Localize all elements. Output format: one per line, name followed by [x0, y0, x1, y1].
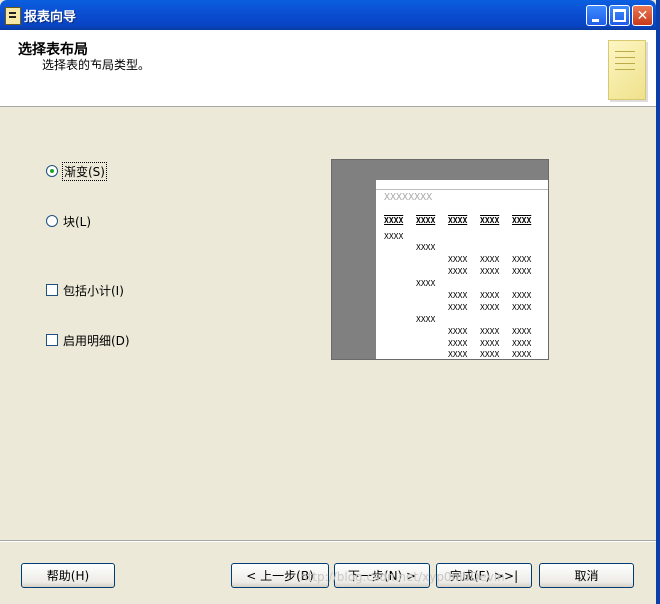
preview-cell: XXXX — [480, 303, 500, 312]
maximize-button[interactable] — [609, 5, 630, 26]
preview-cell: XXXX — [448, 350, 468, 359]
preview-cell: XXXX — [512, 350, 532, 359]
preview-cell: XXXX — [480, 327, 500, 336]
maximize-icon — [610, 6, 629, 25]
radio-gradient[interactable]: 渐变(S) — [46, 161, 107, 181]
checkbox-details-label: 启用明细(D) — [63, 333, 130, 348]
preview-paper: XXXXXXXX XXXX XXXX XXXX XXXX XXXX XXXX X… — [376, 180, 548, 359]
report-wizard-window: 报表向导 ✕ 选择表布局 选择表的布局类型。 渐变(S) 块(L) 包括小计(I… — [0, 0, 660, 604]
checkbox-subtotals[interactable]: 包括小计(I) — [46, 281, 124, 299]
preview-cell: XXXX — [480, 255, 500, 264]
footer-divider — [0, 540, 656, 541]
checkbox-subtotals-label: 包括小计(I) — [63, 283, 124, 298]
preview-cell: XXXX — [416, 279, 436, 288]
preview-cell: XXXX — [384, 232, 404, 241]
preview-header-cell: XXXX — [480, 216, 500, 225]
radio-block[interactable]: 块(L) — [46, 212, 91, 230]
preview-cell: XXXX — [480, 267, 500, 276]
close-icon: ✕ — [636, 7, 649, 24]
preview-cell: XXXX — [512, 339, 532, 348]
preview-header-cell: XXXX — [448, 216, 468, 225]
preview-header-cell: XXXX — [512, 216, 532, 225]
radio-gradient-indicator[interactable] — [46, 165, 58, 177]
minimize-button[interactable] — [586, 5, 607, 26]
preview-header-cell: XXXX — [416, 216, 436, 225]
preview-cell: XXXX — [480, 291, 500, 300]
preview-cell: XXXX — [512, 291, 532, 300]
help-button[interactable]: 帮助(H) — [21, 563, 115, 588]
preview-cell: XXXX — [416, 315, 436, 324]
preview-cell: XXXX — [480, 350, 500, 359]
preview-cell: XXXX — [448, 267, 468, 276]
preview-cell: XXXX — [448, 255, 468, 264]
preview-title-placeholder: XXXXXXXX — [384, 192, 433, 203]
window-title: 报表向导 — [24, 10, 77, 25]
layout-preview: XXXXXXXX XXXX XXXX XXXX XXXX XXXX XXXX X… — [331, 159, 549, 360]
preview-cell: XXXX — [512, 255, 532, 264]
radio-block-indicator[interactable] — [46, 215, 58, 227]
preview-cell: XXXX — [448, 327, 468, 336]
watermark-text: http://blog.csdn.net/xyp0nlbDevin — [300, 570, 505, 584]
minimize-icon — [587, 6, 606, 25]
preview-cell: XXXX — [512, 327, 532, 336]
preview-cell: XXXX — [448, 303, 468, 312]
close-button[interactable]: ✕ — [632, 5, 653, 26]
title-bar[interactable]: 报表向导 ✕ — [0, 0, 656, 30]
preview-cell: XXXX — [512, 267, 532, 276]
report-icon — [5, 7, 21, 25]
checkbox-details[interactable]: 启用明细(D) — [46, 331, 130, 349]
preview-header-cell: XXXX — [384, 216, 404, 225]
preview-cell: XXXX — [416, 243, 436, 252]
preview-cell: XXXX — [448, 339, 468, 348]
preview-cell: XXXX — [480, 339, 500, 348]
preview-cell: XXXX — [448, 291, 468, 300]
preview-cell: XXXX — [512, 303, 532, 312]
cancel-button[interactable]: 取消 — [539, 563, 634, 588]
checkbox-details-box[interactable] — [46, 334, 58, 346]
wizard-header-icon — [608, 40, 646, 100]
preview-divider — [376, 189, 548, 190]
checkbox-subtotals-box[interactable] — [46, 284, 58, 296]
radio-block-label: 块(L) — [63, 214, 92, 229]
radio-gradient-label: 渐变(S) — [62, 161, 107, 181]
